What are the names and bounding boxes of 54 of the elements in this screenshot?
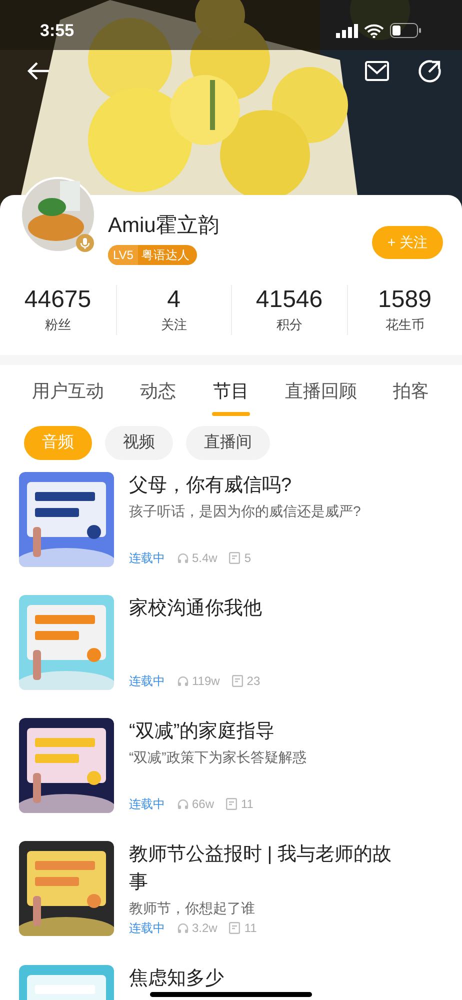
program-title: 教师节公益报时 | 我与老师的故事 (129, 843, 392, 895)
title-label: 粤语达人 (140, 247, 190, 264)
stat-label: 花生币 (385, 316, 424, 334)
battery-icon (390, 23, 422, 38)
wifi-icon (364, 24, 384, 38)
program-title: 家校沟通你我他 (129, 597, 263, 621)
document-icon (229, 552, 240, 564)
headphones-icon (177, 552, 189, 564)
stat-label: 积分 (276, 316, 302, 334)
status-label: 连载中 (129, 796, 165, 813)
microphone-icon (76, 234, 94, 252)
program-subtitle: “双减”政策下为家长答疑解惑 (129, 748, 308, 767)
status-label: 连载中 (129, 673, 165, 690)
stat-value: 4 (167, 285, 180, 315)
program-subtitle: 教师节，你想起了谁 (129, 899, 256, 918)
play-count: 119w (192, 673, 220, 690)
episode-count: 11 (244, 920, 257, 937)
mail-icon[interactable] (365, 61, 389, 81)
filter-chip[interactable]: 直播间 (186, 426, 270, 460)
share-icon[interactable] (418, 59, 442, 83)
stat-value: 44675 (24, 285, 92, 315)
episode-count: 23 (246, 673, 260, 690)
stat-label: 粉丝 (44, 316, 71, 334)
tab[interactable]: 节目 (212, 379, 250, 416)
program-subtitle: 孩子听话，是因为你的威信还是威严? (129, 502, 362, 521)
document-icon (229, 922, 240, 934)
play-count: 3.2w (192, 920, 218, 937)
headphones-icon (177, 922, 189, 934)
status-time: 3:55 (40, 20, 74, 42)
status-label: 连载中 (129, 920, 165, 937)
profile-name: Amiu霍立韵 (108, 213, 219, 239)
level-label: LV5 (108, 245, 138, 265)
episode-count: 11 (241, 796, 254, 813)
headphones-icon (177, 675, 189, 687)
stat-value: 1589 (378, 285, 432, 315)
filter-chip[interactable]: 视频 (105, 426, 173, 460)
episode-count: 5 (244, 550, 252, 567)
play-count: 66w (192, 796, 214, 813)
tab[interactable]: 直播回顾 (285, 379, 357, 416)
stat-label: 关注 (160, 316, 187, 334)
program-title: 父母，你有威信吗? (129, 474, 293, 498)
document-icon (226, 798, 238, 810)
play-count: 5.4w (192, 550, 218, 567)
tab[interactable]: 动态 (139, 379, 177, 416)
headphones-icon (177, 798, 189, 810)
program-title: “双减”的家庭指导 (129, 720, 276, 744)
program-title: 焦虑知多少 (129, 967, 225, 991)
tab[interactable]: 拍客 (392, 379, 430, 416)
document-icon (232, 675, 243, 687)
back-arrow-icon[interactable] (27, 61, 51, 81)
tab[interactable]: 用户互动 (32, 379, 104, 416)
stat-value: 41546 (256, 285, 323, 315)
signal-icon (336, 24, 358, 38)
status-label: 连载中 (129, 550, 165, 567)
